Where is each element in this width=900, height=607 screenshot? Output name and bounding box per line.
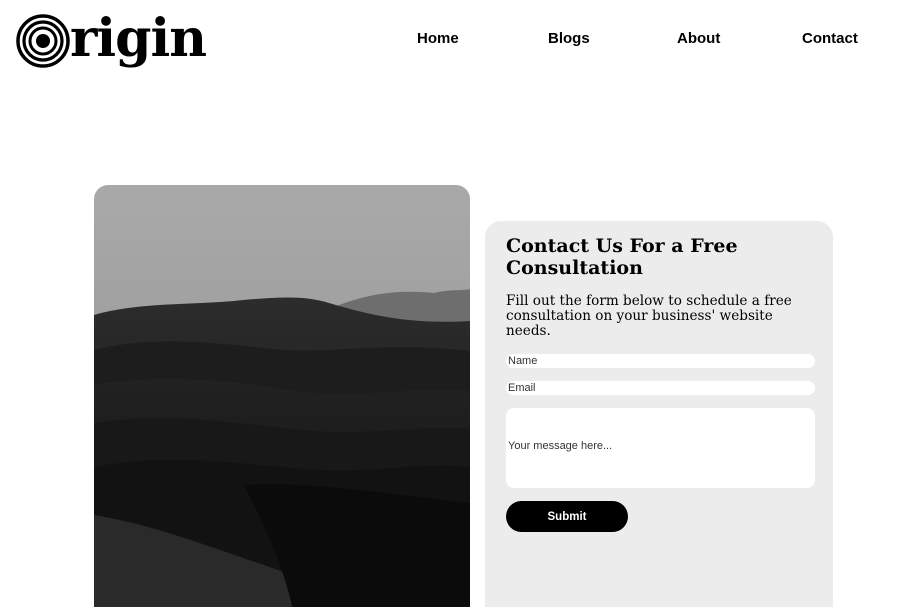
nav-contact[interactable]: Contact [802, 30, 858, 47]
contact-description: Fill out the form below to schedule a fr… [506, 293, 792, 339]
desert-dunes-image [94, 185, 470, 607]
submit-button[interactable]: Submit [506, 501, 628, 532]
main-nav: Home Blogs About Contact [0, 30, 900, 50]
contact-card: Contact Us For a Free Consultation Fill … [485, 221, 833, 607]
site-header: rigin Home Blogs About Contact [0, 0, 900, 80]
nav-home[interactable]: Home [417, 30, 459, 47]
name-input[interactable] [506, 354, 815, 368]
nav-blogs[interactable]: Blogs [548, 30, 590, 47]
contact-title: Contact Us For a Free Consultation [506, 235, 738, 279]
email-input[interactable] [506, 381, 815, 395]
nav-about[interactable]: About [677, 30, 720, 47]
message-textarea[interactable] [506, 408, 815, 488]
